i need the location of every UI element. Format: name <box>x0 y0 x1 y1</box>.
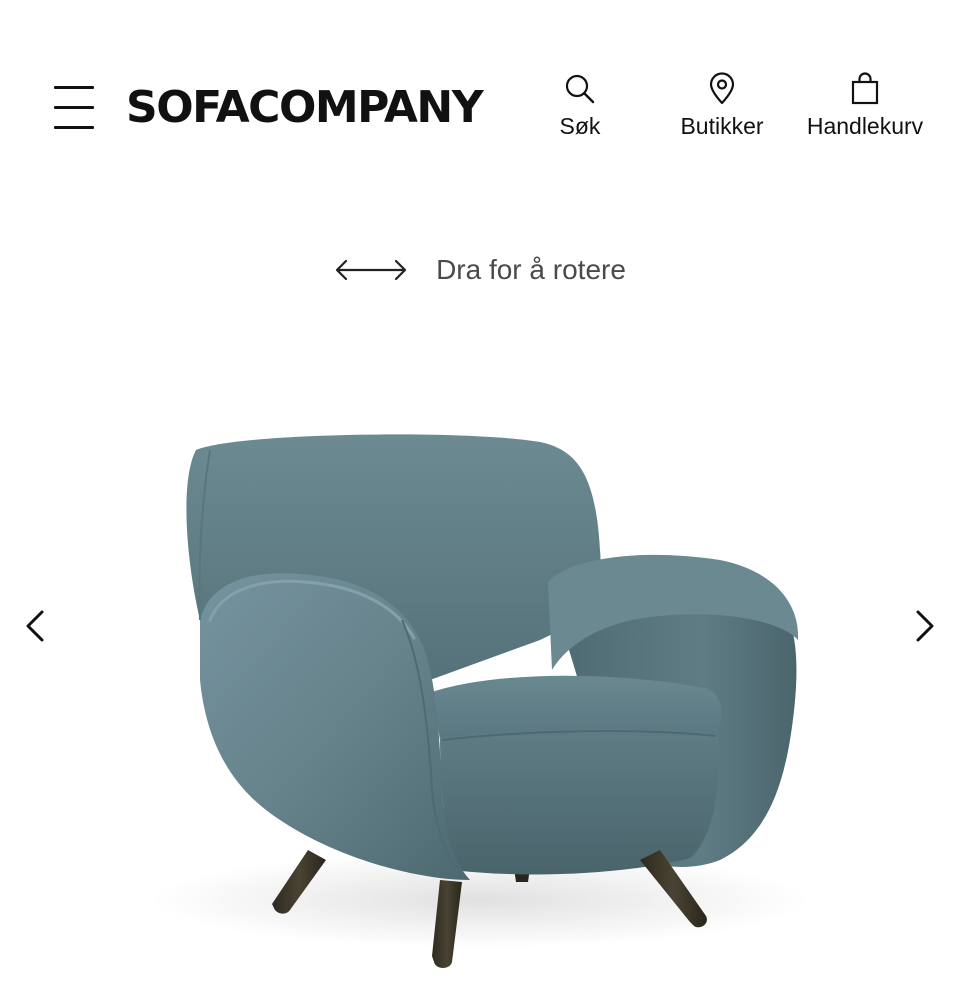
search-button[interactable]: Søk <box>545 72 615 140</box>
brand-logo[interactable]: SOFACOMPANY <box>126 80 484 136</box>
search-label: Søk <box>559 113 601 139</box>
product-page: SOFACOMPANY Søk Butikker Handlekurv Dra … <box>0 0 960 990</box>
armchair-image[interactable] <box>0 320 960 990</box>
chevron-right-icon[interactable] <box>904 602 944 650</box>
horizontal-arrows-icon <box>335 259 407 281</box>
site-header: SOFACOMPANY Søk Butikker Handlekurv <box>0 0 960 180</box>
cart-label: Handlekurv <box>806 113 924 139</box>
hamburger-menu-icon[interactable] <box>46 80 102 136</box>
rotate-hint: Dra for å rotere <box>0 248 960 292</box>
chevron-left-icon[interactable] <box>16 602 56 650</box>
stores-label: Butikker <box>680 113 764 139</box>
search-icon <box>565 74 595 104</box>
shopping-bag-icon <box>851 72 879 105</box>
product-360-viewer[interactable] <box>0 320 960 990</box>
map-pin-icon <box>709 72 735 105</box>
rotate-hint-text: Dra for å rotere <box>436 254 626 285</box>
stores-button[interactable]: Butikker <box>668 72 776 140</box>
cart-button[interactable]: Handlekurv <box>796 72 934 140</box>
